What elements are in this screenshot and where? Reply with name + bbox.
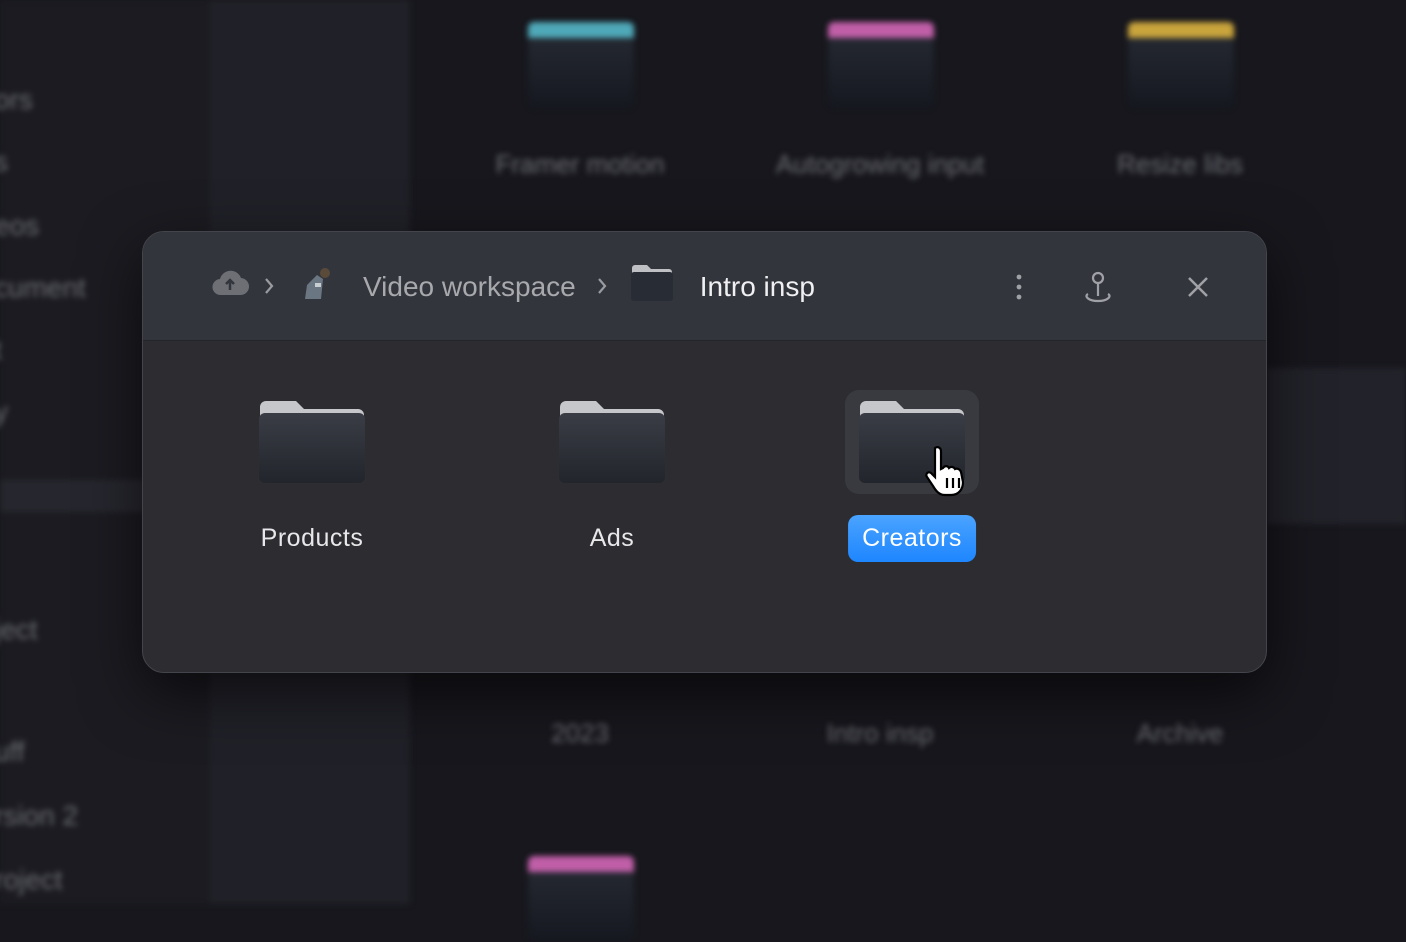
folder-icon	[1128, 28, 1234, 108]
close-button[interactable]	[1178, 267, 1218, 307]
sidebar-item: ors	[0, 84, 33, 116]
folder-label: Framer motion	[450, 144, 710, 184]
folder-label-selected: Creators	[848, 515, 976, 562]
folder-label: Ads	[576, 515, 649, 562]
folder-icon	[245, 390, 379, 494]
chevron-right-icon	[596, 271, 608, 303]
folder-label: Autogrowing input	[750, 144, 1010, 184]
folder-label: Intro insp	[750, 713, 1010, 753]
sidebar-item: rsion 2	[0, 800, 78, 832]
folder-icon	[630, 264, 674, 309]
sidebar-item: uff	[0, 736, 25, 768]
folder-icon	[828, 28, 934, 108]
dialog-header: Video workspace Intro insp	[143, 232, 1266, 341]
sidebar-item: roject	[0, 864, 62, 896]
more-vertical-icon	[1015, 273, 1023, 301]
more-options-button[interactable]	[999, 267, 1039, 307]
sidebar-item: t	[0, 334, 2, 366]
folder-label: 2023	[450, 713, 710, 753]
move-to-folder-dialog: Video workspace Intro insp Products Ads …	[142, 231, 1267, 673]
folder-label: Resize libs	[1050, 144, 1310, 184]
folder-icon	[545, 390, 679, 494]
workspace-icon	[297, 263, 337, 310]
folder-icon	[528, 28, 634, 108]
folder-label: Products	[247, 515, 378, 562]
sidebar-item: cument	[0, 272, 86, 304]
sidebar-item: y	[0, 396, 8, 428]
background-row-highlight	[1267, 368, 1406, 524]
breadcrumb-item-video-workspace[interactable]: Video workspace	[363, 271, 576, 303]
chevron-right-icon	[263, 271, 275, 303]
breadcrumb-item-current: Intro insp	[700, 271, 815, 303]
sidebar-item: ject	[0, 614, 38, 646]
sidebar-item: eos	[0, 210, 39, 242]
folder-icon	[528, 862, 634, 942]
cloud-upload-icon[interactable]	[211, 269, 249, 304]
pin-icon	[1081, 270, 1115, 304]
pin-button[interactable]	[1078, 267, 1118, 307]
folder-label: Archive	[1050, 713, 1310, 753]
hand-cursor-icon	[925, 444, 973, 498]
close-icon	[1187, 276, 1209, 298]
sidebar-item: s	[0, 146, 8, 178]
breadcrumb: Video workspace Intro insp	[211, 232, 815, 341]
